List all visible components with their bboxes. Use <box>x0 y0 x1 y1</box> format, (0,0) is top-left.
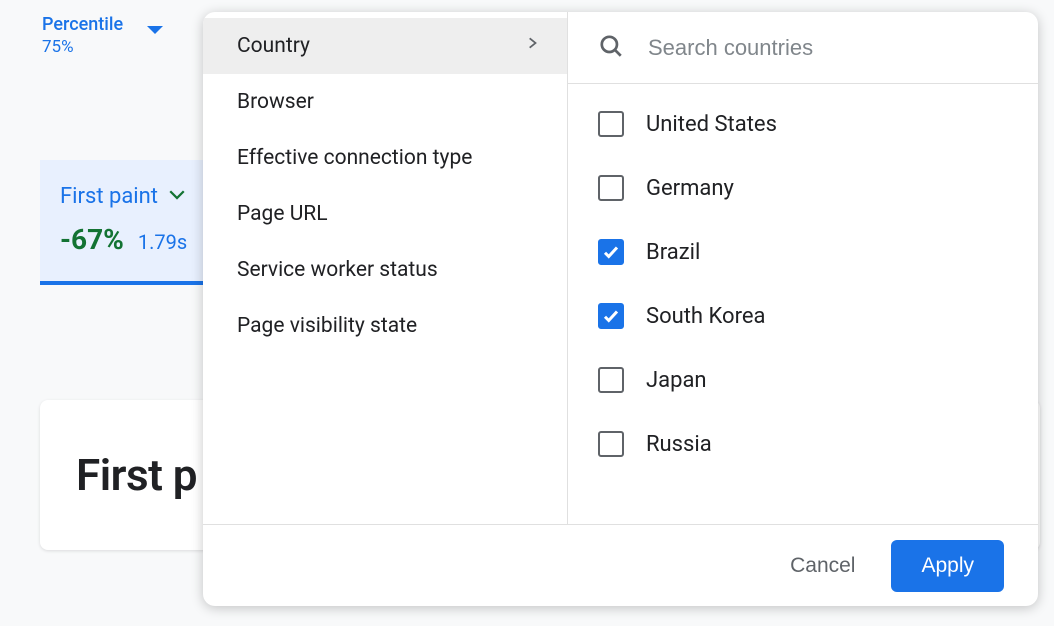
country-label: Germany <box>646 176 734 201</box>
filter-item-effective-connection-type[interactable]: Effective connection type <box>203 130 567 186</box>
filter-item-label: Page URL <box>237 202 328 226</box>
apply-button[interactable]: Apply <box>891 540 1004 592</box>
filter-type-list: Country Browser Effective connection type P… <box>203 12 568 524</box>
caret-down-icon <box>147 26 163 34</box>
checkbox[interactable] <box>598 431 624 457</box>
filter-item-country[interactable]: Country <box>203 18 567 74</box>
filter-item-label: Page visibility state <box>237 314 417 338</box>
filter-popover: Country Browser Effective connection type P… <box>203 12 1038 606</box>
heading-left: First p <box>76 449 197 501</box>
filter-item-label: Browser <box>237 90 314 114</box>
metric-title: First paint <box>60 184 158 209</box>
search-icon <box>598 33 624 63</box>
checkbox[interactable] <box>598 111 624 137</box>
metric-delta: -67% <box>60 223 124 256</box>
country-option-japan[interactable]: Japan <box>568 348 1038 412</box>
country-option-germany[interactable]: Germany <box>568 156 1038 220</box>
checkbox[interactable] <box>598 367 624 393</box>
trend-down-icon <box>168 186 186 208</box>
country-option-russia[interactable]: Russia <box>568 412 1038 476</box>
percentile-value: 75% <box>42 37 123 57</box>
filter-item-page-visibility-state[interactable]: Page visibility state <box>203 298 567 354</box>
filter-item-label: Country <box>237 34 310 58</box>
metric-time: 1.79s <box>138 230 187 254</box>
country-label: Brazil <box>646 240 700 265</box>
checkbox[interactable] <box>598 239 624 265</box>
filter-item-label: Effective connection type <box>237 146 472 170</box>
filter-item-browser[interactable]: Browser <box>203 74 567 130</box>
country-list: United States Germany Brazil South Korea Jap… <box>568 84 1038 524</box>
country-label: Russia <box>646 432 712 457</box>
chevron-right-icon <box>525 32 539 60</box>
filter-item-page-url[interactable]: Page URL <box>203 186 567 242</box>
checkbox[interactable] <box>598 303 624 329</box>
percentile-label: Percentile <box>42 14 123 35</box>
country-label: South Korea <box>646 304 765 329</box>
checkbox[interactable] <box>598 175 624 201</box>
country-label: Japan <box>646 368 707 393</box>
search-input[interactable] <box>648 35 1008 61</box>
filter-item-service-worker-status[interactable]: Service worker status <box>203 242 567 298</box>
cancel-button[interactable]: Cancel <box>790 554 855 578</box>
country-option-united-states[interactable]: United States <box>568 92 1038 156</box>
search-row <box>568 12 1038 84</box>
percentile-dropdown[interactable]: Percentile 75% <box>42 14 163 57</box>
popover-footer: Cancel Apply <box>203 524 1038 606</box>
filter-item-label: Service worker status <box>237 258 438 282</box>
country-option-brazil[interactable]: Brazil <box>568 220 1038 284</box>
country-label: United States <box>646 112 777 137</box>
country-option-south-korea[interactable]: South Korea <box>568 284 1038 348</box>
